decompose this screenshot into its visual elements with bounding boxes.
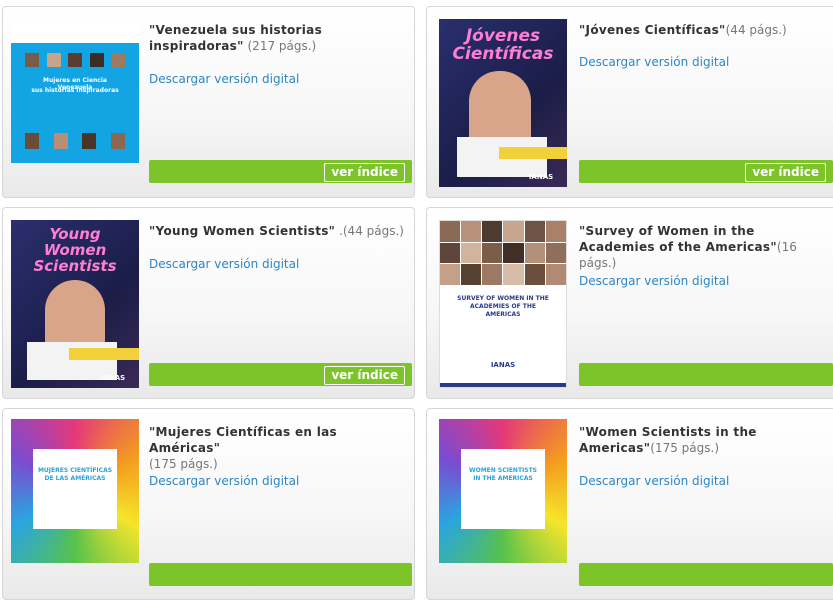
view-index-button[interactable]: ver índice xyxy=(324,163,405,182)
cover-brand: IANAS xyxy=(490,361,516,369)
publication-card: Mujeres en Ciencia Venezuela sus histori… xyxy=(2,6,415,198)
publication-title: "Women Scientists in the Americas"(175 p… xyxy=(579,424,829,456)
title-text: "Survey of Women in the Academies of the… xyxy=(579,224,777,254)
publication-card: MUJERES CIENTÍFICAS DE LAS AMÉRICAS "Muj… xyxy=(2,408,415,600)
download-link[interactable]: Descargar versión digital xyxy=(149,257,299,271)
publication-title: "Venezuela sus historias inspiradoras" (… xyxy=(149,22,408,54)
cover-heading: Jóvenes Científicas xyxy=(452,26,554,64)
action-bar: ver índice xyxy=(579,160,833,183)
download-link[interactable]: Descargar versión digital xyxy=(579,274,729,288)
title-text: "Young Women Scientists" xyxy=(149,224,336,238)
action-bar[interactable] xyxy=(579,363,833,386)
page-count: (44 págs.) xyxy=(725,23,787,37)
publication-card: WOMEN SCIENTISTS IN THE AMERICAS "Women … xyxy=(426,408,833,600)
download-link[interactable]: Descargar versión digital xyxy=(149,474,299,488)
action-bar[interactable] xyxy=(149,563,412,586)
cover-text: sus historias inspiradoras xyxy=(31,87,119,94)
publication-title: "Survey of Women in the Academies of the… xyxy=(579,223,829,271)
book-cover-image[interactable]: WOMEN SCIENTISTS IN THE AMERICAS xyxy=(439,419,567,563)
action-bar: ver índice xyxy=(149,363,412,386)
title-text: "Mujeres Científicas en las Américas" xyxy=(149,425,337,455)
publication-card: Jóvenes Científicas IANAS "Jóvenes Cient… xyxy=(426,6,833,198)
download-link[interactable]: Descargar versión digital xyxy=(149,72,299,86)
publication-card: Young Women Scientists IANAS "Young Wome… xyxy=(2,207,415,399)
cover-heading: MUJERES CIENTÍFICAS DE LAS AMÉRICAS xyxy=(37,467,113,482)
publication-card: SURVEY OF WOMEN IN THE ACADEMIES OF THE … xyxy=(426,207,833,399)
cover-brand: IANAS xyxy=(528,173,554,181)
title-text: "Jóvenes Científicas" xyxy=(579,23,726,37)
download-link[interactable]: Descargar versión digital xyxy=(579,474,729,488)
cover-brand: IANAS xyxy=(100,374,126,382)
publication-title: "Mujeres Científicas en las Américas" (1… xyxy=(149,424,408,472)
view-index-button[interactable]: ver índice xyxy=(324,366,405,385)
action-bar: ver índice xyxy=(149,160,412,183)
publication-title: "Jóvenes Científicas"(44 págs.) xyxy=(579,22,829,38)
cover-heading: SURVEY OF WOMEN IN THE ACADEMIES OF THE … xyxy=(457,295,549,318)
action-bar[interactable] xyxy=(579,563,833,586)
page-count: (217 págs.) xyxy=(247,39,317,53)
cover-heading: Young Women Scientists xyxy=(33,225,117,275)
download-link[interactable]: Descargar versión digital xyxy=(579,55,729,69)
book-cover-image[interactable]: Jóvenes Científicas IANAS xyxy=(439,19,567,187)
page-count: (175 págs.) xyxy=(650,441,720,455)
book-cover-image[interactable]: SURVEY OF WOMEN IN THE ACADEMIES OF THE … xyxy=(439,220,567,388)
publication-title: "Young Women Scientists" .(44 págs.) xyxy=(149,223,408,239)
view-index-button[interactable]: ver índice xyxy=(745,163,826,182)
page-count: .(44 págs.) xyxy=(339,224,404,238)
cover-heading: WOMEN SCIENTISTS IN THE AMERICAS xyxy=(468,467,538,482)
book-cover-image[interactable]: Mujeres en Ciencia Venezuela sus histori… xyxy=(11,19,139,163)
book-cover-image[interactable]: MUJERES CIENTÍFICAS DE LAS AMÉRICAS xyxy=(11,419,139,563)
book-cover-image[interactable]: Young Women Scientists IANAS xyxy=(11,220,139,388)
page-count: (175 págs.) xyxy=(149,457,218,471)
